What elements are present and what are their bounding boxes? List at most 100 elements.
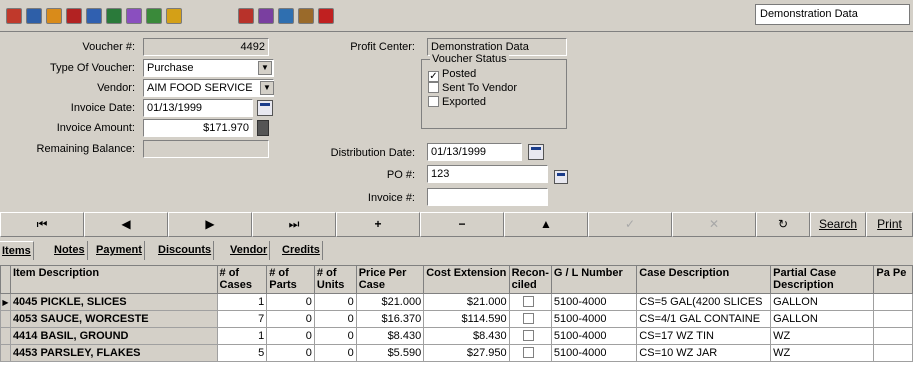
first-record-button[interactable]: ⏮ [0,212,84,237]
column-header[interactable]: Partial Case Description [770,265,875,294]
item-description-cell[interactable]: 4053 SAUCE, WORCESTE [9,310,218,328]
parts-cell[interactable]: 0 [266,344,315,362]
price-per-case-cell[interactable]: $21.000 [355,293,425,311]
invoice-number-field[interactable] [427,188,548,206]
reconciled-cell[interactable] [508,293,552,311]
vendor-select[interactable]: AIM FOOD SERVICE [143,79,274,97]
table-row[interactable]: 4053 SAUCE, WORCESTE 7 0 0 $16.370 $114.… [0,310,913,328]
extra-cell[interactable] [873,293,913,311]
table-row[interactable]: ▶ 4045 PICKLE, SLICES 1 0 0 $21.000 $21.… [0,293,913,311]
invoice-date-calendar-icon[interactable] [257,100,273,116]
cases-cell[interactable]: 1 [216,327,268,345]
po-lookup-icon[interactable] [554,170,568,184]
calculator-icon[interactable] [257,120,269,136]
column-header[interactable]: Pa Pe [873,265,913,294]
voucher-type-select[interactable]: Purchase [143,59,274,77]
cost-extension-cell[interactable]: $21.000 [423,293,510,311]
toolbar-icon-12[interactable] [278,8,294,24]
toolbar-icon-1[interactable] [6,8,22,24]
partial-case-description-cell[interactable]: WZ [770,344,875,362]
case-description-cell[interactable]: CS=5 GAL(4200 SLICES [636,293,772,311]
gl-number-cell[interactable]: 5100-4000 [550,310,638,328]
print-button[interactable]: Print [866,212,913,237]
cost-extension-cell[interactable]: $27.950 [423,344,510,362]
cost-extension-cell[interactable]: $114.590 [423,310,510,328]
column-header[interactable]: # of Parts [266,265,315,294]
item-description-cell[interactable]: 4045 PICKLE, SLICES [9,293,218,311]
units-cell[interactable]: 0 [313,293,357,311]
price-per-case-cell[interactable]: $16.370 [355,310,425,328]
items-grid[interactable]: Item Description # of Cases # of Parts #… [0,265,913,374]
distribution-date-calendar-icon[interactable] [528,144,544,160]
add-record-button[interactable]: + [336,212,420,237]
column-header[interactable]: Price Per Case [355,265,425,294]
toolbar-icon-2[interactable] [26,8,42,24]
voucher-type-dropdown-icon[interactable]: ▼ [258,61,272,75]
column-header[interactable]: Cost Extension [423,265,510,294]
units-cell[interactable]: 0 [313,327,357,345]
partial-case-description-cell[interactable]: GALLON [770,293,875,311]
reconciled-checkbox[interactable] [523,329,535,341]
toolbar-icon-5[interactable] [86,8,102,24]
column-header[interactable]: G / L Number [550,265,638,294]
tab-notes[interactable]: Notes [52,241,88,260]
column-header[interactable]: Recon-ciled [508,265,552,294]
table-row[interactable]: 4453 PARSLEY, FLAKES 5 0 0 $5.590 $27.95… [0,344,913,362]
parts-cell[interactable]: 0 [266,293,315,311]
price-per-case-cell[interactable]: $5.590 [355,344,425,362]
reconciled-checkbox[interactable] [523,346,535,358]
item-description-cell[interactable]: 4453 PARSLEY, FLAKES [9,344,218,362]
tab-payment[interactable]: Payment [94,241,145,260]
post-record-button[interactable]: ✓ [588,212,672,237]
parts-cell[interactable]: 0 [266,310,315,328]
cases-cell[interactable]: 7 [216,310,268,328]
company-select[interactable]: Demonstration Data [755,4,910,25]
parts-cell[interactable]: 0 [266,327,315,345]
posted-checkbox[interactable]: ✓ Posted [428,68,476,82]
cases-cell[interactable]: 5 [216,344,268,362]
case-description-cell[interactable]: CS=4/1 GAL CONTAINE [636,310,772,328]
exported-checkbox[interactable]: Exported [428,96,486,109]
row-selector[interactable] [0,327,11,345]
extra-cell[interactable] [873,344,913,362]
toolbar-icon-3[interactable] [46,8,62,24]
last-record-button[interactable]: ⏭ [252,212,336,237]
partial-case-description-cell[interactable]: WZ [770,327,875,345]
row-selector[interactable] [0,310,11,328]
toolbar-icon-9[interactable] [166,8,182,24]
toolbar-icon-10[interactable] [238,8,254,24]
units-cell[interactable]: 0 [313,344,357,362]
case-description-cell[interactable]: CS=10 WZ JAR [636,344,772,362]
reconciled-cell[interactable] [508,327,552,345]
item-description-cell[interactable]: 4414 BASIL, GROUND [9,327,218,345]
po-number-field[interactable]: 123 [427,165,548,183]
toolbar-icon-11[interactable] [258,8,274,24]
next-record-button[interactable]: ▶ [168,212,252,237]
invoice-date-field[interactable]: 01/13/1999 [143,99,253,117]
toolbar-icon-6[interactable] [106,8,122,24]
reconciled-cell[interactable] [508,344,552,362]
previous-record-button[interactable]: ◀ [84,212,168,237]
price-per-case-cell[interactable]: $8.430 [355,327,425,345]
row-selector[interactable] [0,344,11,362]
gl-number-cell[interactable]: 5100-4000 [550,327,638,345]
refresh-button[interactable]: ↻ [756,212,810,237]
toolbar-icon-13[interactable] [298,8,314,24]
tab-discounts[interactable]: Discounts [156,241,215,260]
extra-cell[interactable] [873,310,913,328]
partial-case-description-cell[interactable]: GALLON [770,310,875,328]
distribution-date-field[interactable]: 01/13/1999 [427,143,522,161]
toolbar-icon-8[interactable] [146,8,162,24]
toolbar-icon-4[interactable] [66,8,82,24]
tab-vendor[interactable]: Vendor [228,241,271,260]
case-description-cell[interactable]: CS=17 WZ TIN [636,327,772,345]
sent-to-vendor-checkbox[interactable]: Sent To Vendor [428,82,517,95]
tab-items[interactable]: Items [0,241,34,260]
column-header[interactable]: # of Units [313,265,357,294]
column-header[interactable]: Case Description [636,265,772,294]
invoice-amount-field[interactable]: $171.970 [143,119,253,137]
vendor-dropdown-icon[interactable]: ▼ [260,81,274,95]
toolbar-icon-14[interactable] [318,8,334,24]
tab-credits[interactable]: Credits [280,241,323,260]
cancel-record-button[interactable]: ✕ [672,212,756,237]
